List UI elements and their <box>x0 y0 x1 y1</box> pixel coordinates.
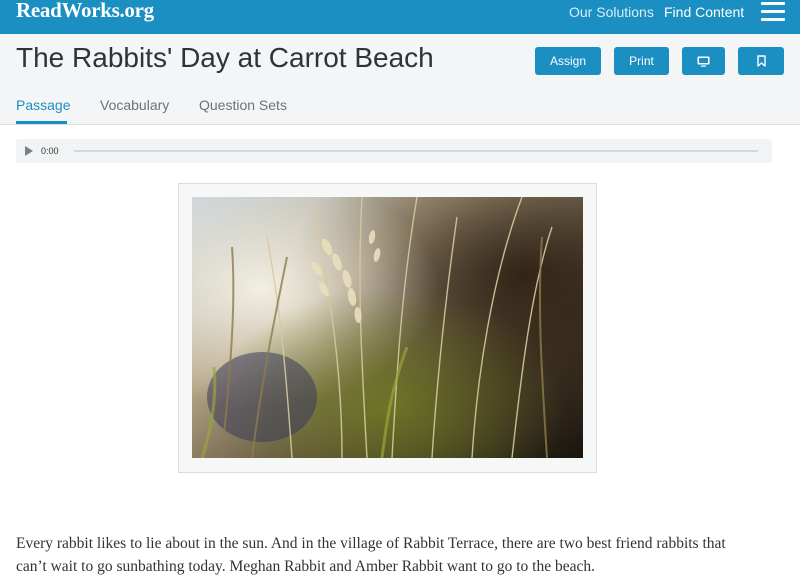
passage-line: Every rabbit likes to lie about in the s… <box>16 535 726 552</box>
audio-time: 0:00 <box>41 146 59 156</box>
audio-progress-track[interactable] <box>74 150 758 152</box>
article-header: The Rabbits' Day at Carrot Beach Assign … <box>0 34 800 125</box>
monitor-icon <box>697 56 710 67</box>
bookmark-button[interactable] <box>738 47 784 75</box>
readworks-logo[interactable]: ReadWorks.org <box>16 0 154 23</box>
bookmark-icon <box>756 55 766 67</box>
print-button[interactable]: Print <box>614 47 669 75</box>
tab-vocabulary[interactable]: Vocabulary <box>100 97 169 113</box>
present-button[interactable] <box>682 47 725 75</box>
hamburger-menu-icon[interactable] <box>761 2 785 22</box>
tab-question-sets[interactable]: Question Sets <box>199 97 287 113</box>
nav-find-content[interactable]: Find Content <box>664 4 744 20</box>
passage-image-frame <box>178 183 597 473</box>
passage-image-grass <box>192 197 583 458</box>
active-tab-indicator <box>16 121 67 124</box>
top-navigation-bar: ReadWorks.org Our Solutions Find Content <box>0 0 800 34</box>
tab-passage[interactable]: Passage <box>16 97 70 113</box>
passage-line: can’t wait to go sunbathing today. Megha… <box>16 557 595 575</box>
assign-button[interactable]: Assign <box>535 47 601 75</box>
play-icon[interactable] <box>25 146 33 156</box>
page-title: The Rabbits' Day at Carrot Beach <box>16 42 434 73</box>
passage-text: Every rabbit likes to lie about in the s… <box>16 533 786 577</box>
nav-our-solutions[interactable]: Our Solutions <box>569 4 654 20</box>
audio-player: 0:00 <box>16 139 772 163</box>
